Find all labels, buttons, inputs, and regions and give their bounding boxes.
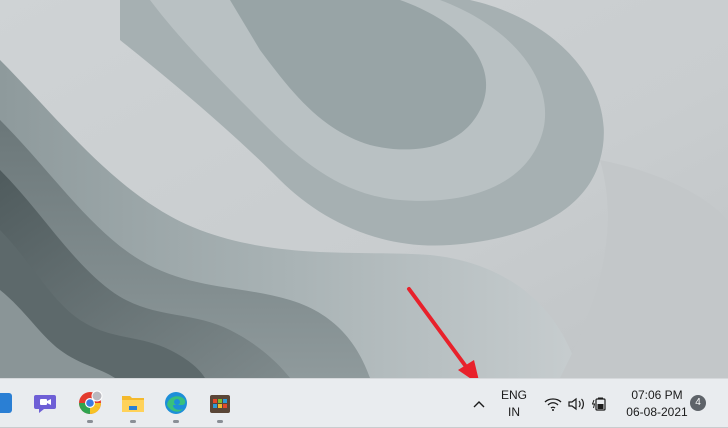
wifi-icon (544, 397, 562, 411)
desktop-wallpaper (0, 0, 728, 378)
clock-time: 07:06 PM (631, 387, 683, 402)
folder-icon (122, 396, 144, 412)
language-indicator[interactable]: ENG IN (496, 379, 532, 428)
taskbar: ENG IN 07:06 PM 06-08-2021 (0, 378, 728, 427)
running-indicator (130, 420, 136, 423)
language-code: ENG (500, 387, 527, 402)
volume-icon (568, 397, 584, 410)
quick-settings-button[interactable] (540, 379, 612, 428)
taskbar-app-store[interactable] (206, 389, 234, 423)
taskbar-app-chat[interactable] (31, 389, 59, 417)
taskbar-app-edge[interactable] (162, 389, 190, 423)
partial-app-icon[interactable] (0, 389, 18, 417)
chevron-up-icon (473, 400, 485, 407)
chrome-icon (79, 390, 103, 414)
chat-icon (34, 395, 56, 413)
running-indicator (87, 420, 93, 423)
battery-charging-icon (592, 397, 606, 411)
notification-count-badge[interactable]: 4 (690, 395, 706, 411)
language-region: IN (508, 404, 520, 419)
taskbar-app-chrome[interactable] (76, 389, 104, 423)
edge-icon (165, 392, 187, 414)
clock-date-text: 06-08-2021 (626, 404, 688, 419)
wallpaper-art (0, 0, 728, 378)
taskbar-app-file-explorer[interactable] (119, 389, 147, 423)
show-hidden-icons-button[interactable] (468, 379, 490, 428)
annotation-arrow (407, 287, 480, 385)
store-icon (210, 395, 230, 413)
running-indicator (217, 420, 223, 423)
clock-date[interactable]: 07:06 PM 06-08-2021 (618, 379, 696, 428)
running-indicator (173, 420, 179, 423)
